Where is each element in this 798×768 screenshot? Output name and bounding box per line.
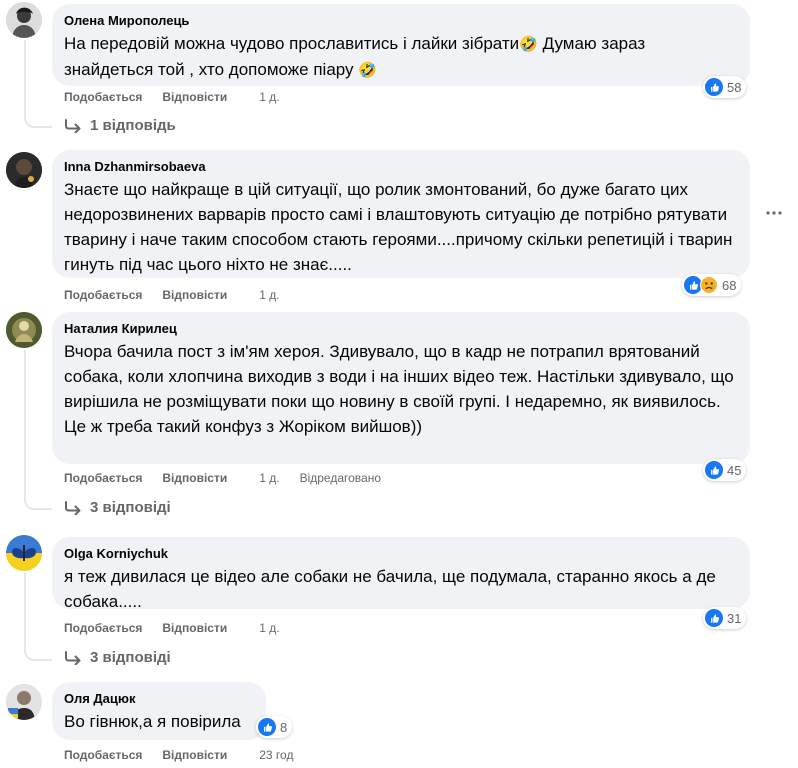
comment-author[interactable]: Inna Dzhanmirsobaeva [64, 158, 738, 175]
comment-author[interactable]: Олена Мирополець [64, 12, 738, 29]
reply-button[interactable]: Відповісти [162, 621, 227, 635]
comment-bubble: Олена Мирополець На передовій можна чудо… [52, 4, 750, 86]
reply-arrow-icon [64, 119, 82, 133]
comment-timestamp[interactable]: 23 год [259, 748, 293, 762]
like-button[interactable]: Подобається [64, 748, 142, 762]
comment-bubble: Inna Dzhanmirsobaeva Знаєте що найкраще … [52, 150, 750, 278]
comment-bubble: Olga Korniychuk я теж дивилася це відео … [52, 537, 750, 611]
comment-timestamp[interactable]: 1 д. [259, 288, 279, 302]
comment-text: Во гівнюк,а я повірила [64, 712, 241, 731]
replies-count: 3 відповіді [90, 649, 171, 666]
reaction-summary[interactable]: 8 [256, 716, 293, 738]
view-replies-link[interactable]: 1 відповідь [64, 117, 176, 134]
edited-label[interactable]: Відредаговано [300, 471, 381, 485]
reply-button[interactable]: Відповісти [162, 471, 227, 485]
like-icon [705, 609, 723, 627]
comment-actions: Подобається Відповісти 1 д. [64, 620, 300, 636]
like-button[interactable]: Подобається [64, 471, 142, 485]
thread-connector [24, 40, 52, 128]
reaction-summary[interactable]: 31 [703, 607, 747, 629]
view-replies-link[interactable]: 3 відповіді [64, 649, 171, 666]
rofl-emoji: 🤣 [358, 62, 377, 79]
like-icon [705, 78, 723, 96]
comment-author[interactable]: Оля Дацюк [64, 690, 254, 707]
like-icon [705, 461, 723, 479]
like-button[interactable]: Подобається [64, 288, 142, 302]
reply-button[interactable]: Відповісти [162, 90, 227, 104]
reaction-count: 45 [727, 462, 742, 478]
avatar[interactable] [6, 535, 42, 571]
comment-timestamp[interactable]: 1 д. [259, 621, 279, 635]
comment-bubble: Наталия Кирилец Вчора бачила пост з ім'я… [52, 312, 750, 464]
reply-arrow-icon [64, 651, 82, 665]
rofl-emoji: 🤣 [519, 36, 538, 53]
comment-actions: Подобається Відповісти 1 д. [64, 287, 300, 303]
comment-author[interactable]: Наталия Кирилец [64, 320, 738, 337]
avatar[interactable] [6, 152, 42, 188]
comment-text: Вчора бачила пост з ім'ям хероя. Здивува… [64, 342, 734, 436]
avatar[interactable] [6, 312, 42, 348]
like-button[interactable]: Подобається [64, 90, 142, 104]
reaction-summary[interactable]: 58 [703, 76, 747, 98]
replies-count: 1 відповідь [90, 117, 176, 134]
comment-timestamp[interactable]: 1 д. [259, 90, 279, 104]
reaction-summary[interactable]: 68 [682, 274, 742, 296]
reaction-count: 8 [280, 719, 288, 735]
reply-button[interactable]: Відповісти [162, 288, 227, 302]
reaction-count: 68 [722, 277, 737, 293]
comment-timestamp[interactable]: 1 д. [259, 471, 279, 485]
reply-button[interactable]: Відповісти [162, 748, 227, 762]
reaction-count: 31 [727, 610, 742, 626]
sad-icon [700, 276, 718, 294]
comment-actions: Подобається Відповісти 23 год [64, 747, 313, 763]
like-button[interactable]: Подобається [64, 621, 142, 635]
ellipsis-icon [766, 211, 782, 215]
avatar[interactable] [6, 684, 42, 720]
comment-actions: Подобається Відповісти 1 д. Відредагован… [64, 470, 401, 486]
reply-arrow-icon [64, 501, 82, 515]
reaction-summary[interactable]: 45 [703, 459, 747, 481]
comment-author[interactable]: Olga Korniychuk [64, 545, 738, 562]
comment-bubble: Оля Дацюк Во гівнюк,а я повірила [52, 682, 266, 740]
avatar[interactable] [6, 2, 42, 38]
thread-connector [24, 573, 52, 661]
comment-actions: Подобається Відповісти 1 д. [64, 89, 300, 105]
comment-text: Знаєте що найкраще в цій ситуації, що ро… [64, 180, 733, 274]
reaction-count: 58 [727, 79, 742, 95]
comment-text: я теж дивилася це відео але собаки не ба… [64, 567, 716, 611]
replies-count: 3 відповіді [90, 499, 171, 516]
view-replies-link[interactable]: 3 відповіді [64, 499, 171, 516]
more-options-button[interactable] [764, 203, 784, 223]
like-icon [258, 718, 276, 736]
thread-connector [24, 350, 52, 510]
comment-text: На передовій можна чудово прославитись і… [64, 34, 646, 79]
